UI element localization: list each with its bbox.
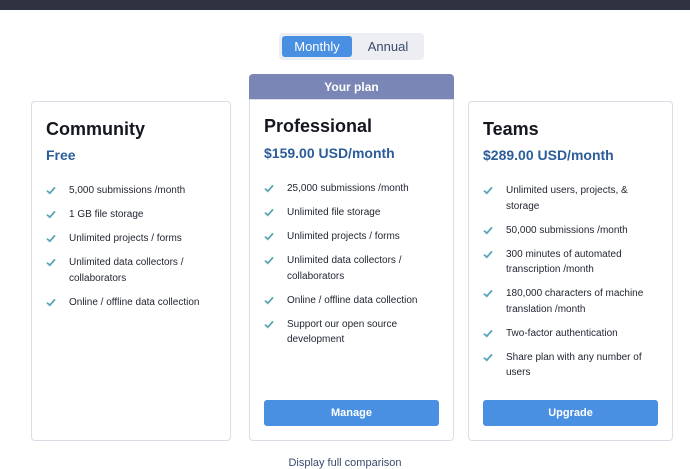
feature-item: Online / offline data collection [264,293,443,309]
feature-text: Unlimited file storage [287,207,381,218]
feature-item: 25,000 submissions /month [264,181,443,197]
check-icon [483,183,499,198]
feature-list: Unlimited users, projects, & storage 50,… [483,183,662,389]
plan-card-professional: Professional $159.00 USD/month 25,000 su… [249,99,454,441]
billing-period-toggle: Monthly Annual [279,33,424,60]
feature-text: Unlimited projects / forms [69,233,182,244]
feature-text: 300 minutes of automated transcription /… [506,248,622,276]
feature-item: 50,000 submissions /month [483,223,662,239]
feature-item: Online / offline data collection [46,295,220,311]
check-icon [46,231,62,246]
feature-text: Unlimited projects / forms [287,231,400,242]
feature-text: Online / offline data collection [287,294,418,306]
check-icon [483,223,499,238]
feature-text: Online / offline data collection [69,296,200,308]
full-comparison-link[interactable]: Display full comparison [0,457,690,469]
feature-text: 50,000 submissions /month [506,224,628,236]
feature-item: Support our open source development [264,317,443,348]
plan-price: $159.00 USD/month [264,145,395,161]
feature-item: Unlimited projects / forms [46,231,220,247]
feature-item: 180,000 characters of machine translatio… [483,286,662,317]
check-icon [483,247,499,262]
feature-list: 5,000 submissions /month 1 GB file stora… [46,183,220,319]
plan-card-teams: Teams $289.00 USD/month Unlimited users,… [468,101,673,441]
feature-text: Two-factor authentication [506,327,618,339]
plan-price: $289.00 USD/month [483,147,614,163]
feature-text: 25,000 submissions /month [287,183,409,194]
feature-text: 180,000 characters of machine translatio… [506,288,644,315]
check-icon [46,207,62,222]
feature-item: Unlimited data collectors / collaborator… [264,253,443,284]
feature-text: 5,000 submissions /month [69,185,186,196]
check-icon [46,183,62,198]
feature-item: 300 minutes of automated transcription /… [483,247,662,278]
feature-text: 1 GB file storage [69,209,144,220]
manage-button[interactable]: Manage [264,400,439,426]
feature-item: 5,000 submissions /month [46,183,220,199]
plan-card-community: Community Free 5,000 submissions /month … [31,101,231,441]
feature-item: Unlimited file storage [264,205,443,221]
feature-text: Unlimited data collectors / collaborator… [69,257,184,284]
check-icon [264,317,280,332]
check-icon [264,253,280,268]
check-icon [46,295,62,310]
your-plan-banner: Your plan [249,74,454,99]
plan-name: Teams [483,119,539,139]
check-icon [264,181,280,196]
toggle-annual[interactable]: Annual [354,36,422,57]
upgrade-button[interactable]: Upgrade [483,400,658,426]
feature-text: Support our open source development [287,318,398,346]
check-icon [264,229,280,244]
feature-item: Unlimited data collectors / collaborator… [46,255,220,286]
plan-name: Community [46,119,145,139]
check-icon [264,293,280,308]
plan-price: Free [46,147,76,163]
feature-item: Unlimited users, projects, & storage [483,183,662,214]
plan-name: Professional [264,116,373,136]
window-top-bar [0,0,690,10]
check-icon [483,286,499,301]
check-icon [483,350,499,365]
feature-list: 25,000 submissions /month Unlimited file… [264,181,443,356]
feature-text: Unlimited users, projects, & storage [506,185,628,212]
feature-item: 1 GB file storage [46,207,220,223]
check-icon [46,255,62,270]
feature-item: Two-factor authentication [483,326,662,342]
feature-text: Unlimited data collectors / collaborator… [287,255,402,282]
feature-text: Share plan with any number of users [506,351,642,379]
feature-item: Share plan with any number of users [483,350,662,381]
check-icon [483,326,499,341]
check-icon [264,205,280,220]
toggle-monthly[interactable]: Monthly [282,36,352,57]
feature-item: Unlimited projects / forms [264,229,443,245]
